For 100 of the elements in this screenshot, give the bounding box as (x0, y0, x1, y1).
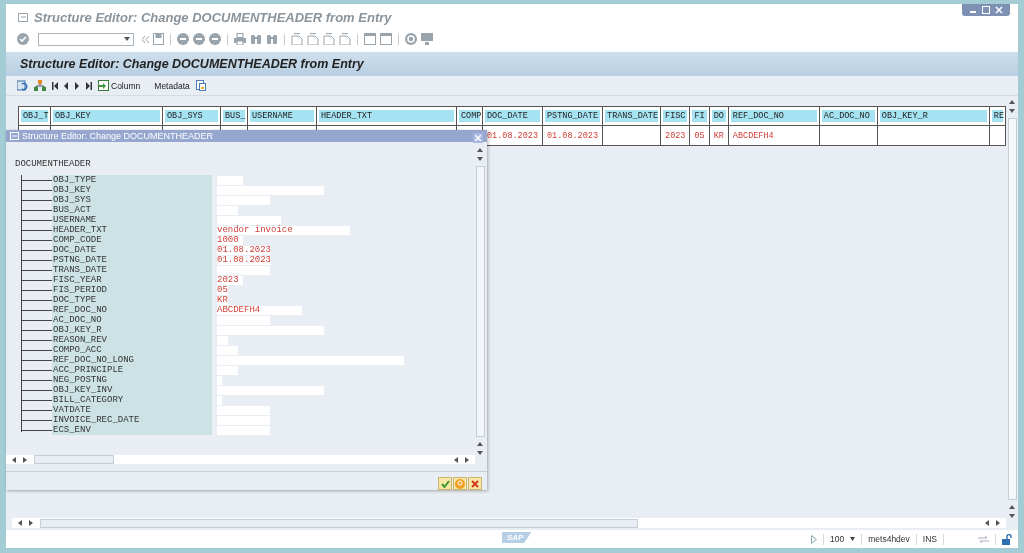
column-header[interactable]: AC_DOC_NO (821, 110, 875, 122)
table-cell-text: KR (712, 129, 725, 142)
scroll-up-icon[interactable] (1009, 505, 1015, 509)
scroll-down-icon[interactable] (477, 451, 483, 455)
double-chevron-icon[interactable] (142, 35, 149, 43)
scroll-up-icon[interactable] (477, 442, 483, 446)
exit-icon[interactable] (193, 33, 205, 45)
input-field[interactable]: 01.08.2023 (217, 245, 271, 255)
input-field[interactable]: 1000 (217, 235, 243, 245)
back-icon[interactable] (177, 33, 189, 45)
page-icon[interactable] (323, 33, 335, 45)
first-button[interactable] (52, 81, 58, 90)
scroll-left-icon[interactable] (985, 520, 989, 526)
page-icon[interactable] (291, 33, 303, 45)
scrollbar-thumb[interactable] (475, 166, 485, 437)
input-field[interactable]: KR (217, 295, 228, 305)
scroll-down-icon[interactable] (1009, 514, 1015, 518)
page-icon[interactable] (307, 33, 319, 45)
column-header[interactable]: FI (692, 110, 707, 122)
monitor-icon[interactable] (421, 33, 433, 45)
play-icon[interactable] (811, 534, 818, 544)
column-header[interactable]: DOC_DATE (485, 110, 540, 122)
padlock-icon[interactable] (1002, 533, 1012, 545)
confirm-button[interactable] (438, 477, 452, 490)
field-label: OBJ_KEY_INV (52, 385, 212, 395)
table-cell-text: 01.08.2023 (546, 129, 600, 142)
field-label: AC_DOC_NO (52, 315, 212, 325)
scroll-down-icon[interactable] (1009, 109, 1015, 113)
scroll-up-icon[interactable] (1009, 100, 1015, 104)
input-field[interactable]: ABCDEFH4 (217, 305, 302, 315)
close-icon[interactable] (995, 6, 1003, 14)
zoom-level[interactable]: 100 (830, 534, 845, 544)
copy-button[interactable] (195, 80, 206, 91)
column-header[interactable]: OBJ_KEY_R (879, 110, 987, 122)
field-label: HEADER_TXT (52, 225, 212, 235)
scrollbar-thumb[interactable] (1007, 118, 1017, 500)
close-button[interactable] (473, 133, 483, 143)
refresh-button[interactable] (17, 80, 28, 91)
field-label: USERNAME (52, 215, 212, 225)
column-header[interactable]: FISC (663, 110, 688, 122)
scroll-left-icon[interactable] (454, 456, 458, 463)
scrollbar-thumb[interactable] (40, 518, 638, 528)
hierarchy-button[interactable] (34, 80, 46, 91)
column-header[interactable]: REF_DOC_NO (730, 110, 817, 122)
input-field[interactable]: 01.08.2023 (217, 255, 271, 265)
window-icon[interactable] (380, 33, 392, 45)
column-button[interactable]: Column (98, 80, 141, 91)
field-label: DOC_DATE (52, 245, 212, 255)
column-header[interactable]: DO (711, 110, 726, 122)
last-button[interactable] (86, 81, 92, 90)
maximize-icon[interactable] (982, 6, 990, 14)
dropdown-icon[interactable] (850, 537, 856, 541)
cancel-icon[interactable] (209, 33, 221, 45)
input-field[interactable]: 2023 (217, 275, 243, 285)
page-icon[interactable] (339, 33, 351, 45)
scrollbar-thumb[interactable] (34, 455, 114, 464)
previous-button[interactable] (64, 81, 69, 90)
window-icon[interactable] (364, 33, 376, 45)
check-icon[interactable] (17, 33, 29, 45)
next-button[interactable] (75, 81, 80, 90)
scroll-up-icon[interactable] (477, 148, 483, 152)
column-header[interactable]: OBJ_T (21, 110, 48, 122)
scroll-left-icon[interactable] (18, 520, 22, 526)
transfer-icon[interactable] (978, 534, 989, 544)
column-header[interactable]: TRANS_DATE (605, 110, 659, 122)
input-field[interactable]: vendor invoice (217, 225, 350, 235)
field-label: OBJ_TYPE (52, 175, 212, 185)
field-label: VATDATE (52, 405, 212, 415)
column-header[interactable]: HEADER_TXT (319, 110, 454, 122)
field-label: COMP_CODE (52, 235, 212, 245)
column-header[interactable]: OBJ_SYS (165, 110, 218, 122)
column-header[interactable]: USERNAME (250, 110, 314, 122)
scroll-right-icon[interactable] (29, 520, 33, 526)
metadata-button[interactable]: Metadata (154, 80, 190, 91)
input-field[interactable]: 05 (217, 285, 228, 295)
field-label: REASON_REV (52, 335, 212, 345)
printer-icon[interactable] (234, 33, 246, 45)
column-header[interactable]: COMP (459, 110, 480, 122)
field-label: BUS_ACT (52, 205, 212, 215)
field-label: COMPO_ACC (52, 345, 212, 355)
scroll-down-icon[interactable] (477, 157, 483, 161)
previous-icon (64, 81, 69, 90)
column-header[interactable]: OBJ_KEY (53, 110, 160, 122)
hierarchy-icon (34, 80, 46, 91)
command-field[interactable] (38, 32, 134, 46)
table-cell-text: 05 (693, 129, 706, 142)
tree-root: DOCUMENTHEADER (15, 159, 92, 170)
scroll-right-icon[interactable] (465, 456, 469, 463)
save-icon[interactable] (153, 33, 164, 45)
scroll-left-icon[interactable] (12, 456, 16, 463)
column-header[interactable]: RE (991, 110, 1003, 122)
window-title: Structure Editor: Change DOCUMENTHEADER from Entry (34, 9, 392, 25)
scroll-right-icon[interactable] (23, 456, 27, 463)
dialog-title: Structure Editor: Change DOCUMENTHEADER (22, 131, 214, 141)
field-label: REF_DOC_NO (52, 305, 212, 315)
column-header[interactable]: PSTNG_DATE (545, 110, 601, 122)
field-label: INVOICE_REC_DATE (52, 415, 212, 425)
cancel-button[interactable] (468, 477, 482, 490)
column-header[interactable]: BUS_ (223, 110, 245, 122)
scroll-right-icon[interactable] (996, 520, 1000, 526)
